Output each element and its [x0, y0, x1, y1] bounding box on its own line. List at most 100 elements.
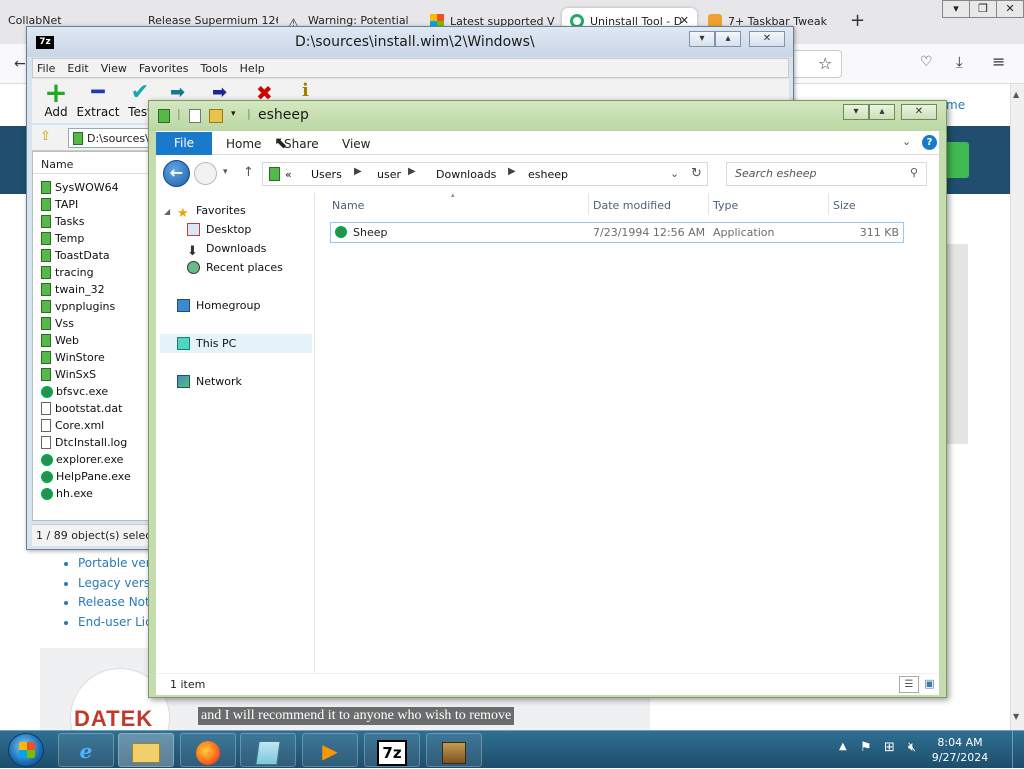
minimize-icon[interactable]: ▾: [843, 104, 869, 120]
column-divider[interactable]: [708, 193, 709, 215]
column-divider[interactable]: [588, 193, 589, 215]
file-list-item[interactable]: WinSxS: [41, 368, 96, 385]
file-list-item[interactable]: vpnplugins: [41, 300, 115, 317]
properties-icon[interactable]: [189, 109, 201, 123]
close-icon[interactable]: ✕: [996, 0, 1024, 18]
menu-tools[interactable]: Tools: [197, 59, 232, 75]
up-folder-icon[interactable]: ⇧: [40, 129, 51, 144]
file-list-item[interactable]: TAPI: [41, 198, 78, 215]
tab-view[interactable]: View: [342, 137, 370, 151]
file-list-item[interactable]: explorer.exe: [41, 453, 123, 470]
nav-homegroup[interactable]: Homegroup: [177, 299, 260, 312]
nav-downloads[interactable]: ⬇ Downloads: [187, 242, 266, 258]
file-list-item[interactable]: twain_32: [41, 283, 105, 300]
nav-network[interactable]: Network: [177, 375, 242, 388]
scroll-down-icon[interactable]: ▼: [1013, 712, 1019, 721]
info-icon[interactable]: i: [302, 80, 309, 101]
file-list-item[interactable]: Core.xml: [41, 419, 104, 436]
downloads-icon[interactable]: ⤓: [956, 53, 963, 71]
menu-file[interactable]: File: [33, 59, 59, 75]
link-legacy[interactable]: Legacy versi: [78, 576, 157, 596]
file-list-item[interactable]: Vss: [41, 317, 74, 334]
file-list-item[interactable]: Web: [41, 334, 79, 351]
breadcrumb-esheep[interactable]: esheep: [528, 168, 568, 181]
taskbar-firefox[interactable]: [180, 733, 236, 767]
up-arrow-icon[interactable]: ↑: [243, 165, 254, 180]
nav-this-pc[interactable]: This PC: [177, 337, 236, 350]
file-list-item[interactable]: ToastData: [41, 249, 110, 266]
file-list-item[interactable]: SysWOW64: [41, 181, 119, 198]
link-eula[interactable]: End-user Lic: [78, 615, 157, 635]
column-size[interactable]: Size: [833, 199, 856, 212]
back-arrow-icon[interactable]: ←: [14, 56, 26, 72]
new-tab-button[interactable]: +: [850, 10, 865, 31]
file-list-item[interactable]: bootstat.dat: [41, 402, 122, 419]
menu-help[interactable]: Help: [236, 59, 269, 75]
menu-favorites[interactable]: Favorites: [135, 59, 193, 75]
close-icon[interactable]: ✕: [749, 31, 785, 47]
file-list-item[interactable]: tracing: [41, 266, 94, 283]
show-hidden-icons-icon[interactable]: ▲: [839, 741, 847, 752]
address-bar[interactable]: « Users ▶ user ▶ Downloads ▶ esheep ⌄ ↻: [262, 162, 708, 186]
close-icon[interactable]: ✕: [901, 104, 937, 120]
nav-favorites[interactable]: ★ Favorites: [177, 204, 246, 220]
page-nav-link[interactable]: me: [946, 98, 965, 112]
network-tray-icon[interactable]: ⊞: [884, 740, 895, 755]
maximize-icon[interactable]: ▴: [869, 104, 895, 120]
breadcrumb-separator-icon[interactable]: ▶: [354, 166, 362, 177]
add-button[interactable]: + Add: [34, 79, 78, 120]
file-list-item[interactable]: HelpPane.exe: [41, 470, 131, 487]
column-header-name[interactable]: Name: [33, 152, 153, 174]
sevenzip-titlebar[interactable]: 7z D:\sources\install.wim\2\Windows\ ▾ ▴…: [27, 27, 793, 57]
collapse-arrow-icon[interactable]: ◢: [164, 207, 170, 216]
refresh-icon[interactable]: ↻: [691, 166, 702, 181]
large-icons-view-icon[interactable]: ▣: [921, 676, 938, 693]
file-list-item[interactable]: hh.exe: [41, 487, 93, 504]
column-name[interactable]: Name: [332, 199, 364, 212]
menu-view[interactable]: View: [97, 59, 131, 75]
tab-file[interactable]: File: [156, 132, 212, 155]
show-desktop-button[interactable]: [1012, 731, 1024, 769]
help-icon[interactable]: ?: [922, 135, 937, 150]
maximize-icon[interactable]: ▴: [715, 31, 741, 47]
scroll-up-icon[interactable]: ▲: [1013, 90, 1019, 99]
pocket-icon[interactable]: ♡: [920, 54, 933, 70]
column-type[interactable]: Type: [713, 199, 738, 212]
breadcrumb-separator-icon[interactable]: ▶: [408, 166, 416, 177]
taskbar-ie[interactable]: e: [58, 733, 114, 767]
new-folder-icon[interactable]: [209, 109, 223, 123]
explorer-titlebar[interactable]: | ▾ | esheep ▾ ▴ ✕: [149, 101, 946, 131]
menu-icon[interactable]: ≡: [992, 52, 1005, 71]
breadcrumb-downloads[interactable]: Downloads: [436, 168, 496, 181]
forward-button[interactable]: [194, 162, 217, 185]
bookmark-star-icon[interactable]: ☆: [818, 54, 832, 73]
tab-home[interactable]: Home: [226, 137, 261, 151]
customize-qat-icon[interactable]: ▾: [231, 109, 236, 119]
volume-muted-icon[interactable]: 🔇︎: [908, 740, 916, 755]
search-input[interactable]: Search esheep ⚲: [726, 162, 927, 186]
nav-desktop[interactable]: Desktop: [187, 223, 251, 236]
recent-locations-icon[interactable]: ▾: [223, 167, 228, 177]
breadcrumb-users[interactable]: Users: [311, 168, 342, 181]
clock[interactable]: 8:04 AM 9/27/2024: [930, 735, 990, 765]
taskbar-7zip[interactable]: 7z: [364, 733, 420, 767]
breadcrumb-overflow[interactable]: «: [285, 168, 292, 181]
maximize-icon[interactable]: ❐: [969, 0, 997, 18]
page-scrollbar[interactable]: ▲ ▼: [1010, 84, 1024, 730]
nav-recent-places[interactable]: Recent places: [187, 261, 283, 274]
file-list-item[interactable]: Temp: [41, 232, 84, 249]
file-list-item[interactable]: Tasks: [41, 215, 84, 232]
file-list-item[interactable]: bfsvc.exe: [41, 385, 108, 402]
minimize-icon[interactable]: ▾: [942, 0, 970, 18]
taskbar-media-player[interactable]: ▶: [302, 733, 358, 767]
link-portable[interactable]: Portable ver: [78, 556, 157, 576]
expand-ribbon-icon[interactable]: ⌄: [902, 135, 911, 148]
column-divider[interactable]: [828, 193, 829, 215]
menu-edit[interactable]: Edit: [63, 59, 92, 75]
file-list-item[interactable]: DtcInstall.log: [41, 436, 127, 453]
taskbar-notepad[interactable]: [240, 733, 296, 767]
tab-share[interactable]: Share: [284, 137, 319, 151]
minimize-icon[interactable]: ▾: [689, 31, 715, 47]
start-button[interactable]: [8, 733, 44, 767]
back-button[interactable]: ←: [163, 160, 190, 187]
